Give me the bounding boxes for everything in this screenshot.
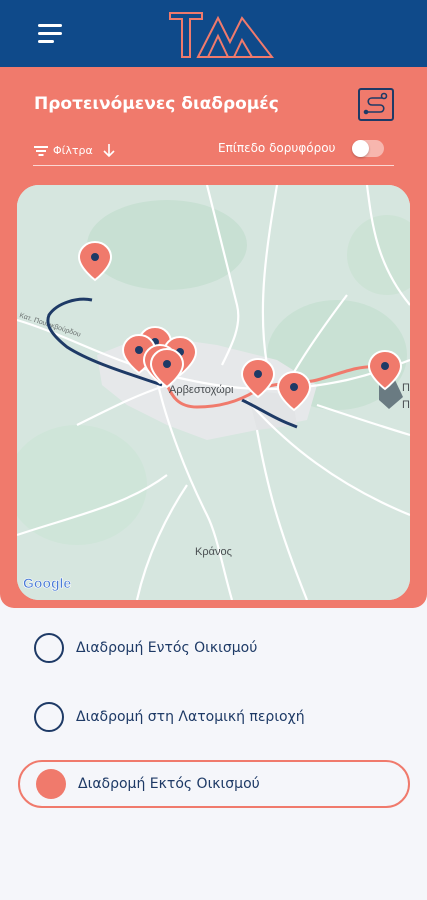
tm-logo-icon bbox=[169, 12, 274, 58]
hamburger-menu-icon[interactable] bbox=[38, 22, 68, 46]
filters-label: Φίλτρα bbox=[53, 144, 93, 157]
panel-divider bbox=[33, 165, 394, 166]
satellite-layer-label: Επίπεδο δορυφόρου bbox=[218, 141, 336, 155]
route-option-label: Διαδρομή στη Λατομική περιοχή bbox=[76, 709, 305, 725]
route-option-label: Διαδρομή Εκτός Οικισμού bbox=[78, 776, 260, 792]
route-option-outside-settlement[interactable]: Διαδρομή Εκτός Οικισμού bbox=[18, 760, 410, 808]
route-option-quarry-area[interactable]: Διαδρομή στη Λατομική περιοχή bbox=[18, 693, 410, 741]
arrow-down-icon[interactable] bbox=[103, 143, 115, 158]
route-option-inside-settlement[interactable]: Διαδρομή Εντός Οικισμού bbox=[18, 624, 410, 672]
route-map-icon bbox=[363, 92, 388, 115]
map-canvas: Κατ. Πουλικβούρδου Αρβεστοχώρι Κράνος Π … bbox=[17, 185, 410, 600]
top-app-bar bbox=[0, 0, 427, 67]
toggle-knob bbox=[352, 140, 369, 157]
radio-button[interactable] bbox=[34, 633, 64, 663]
route-map-button[interactable] bbox=[358, 88, 394, 121]
radio-button[interactable] bbox=[34, 702, 64, 732]
satellite-layer-toggle[interactable] bbox=[352, 140, 384, 157]
place-label-kranos: Κράνος bbox=[195, 546, 232, 558]
place-label-arvestochori: Αρβεστοχώρι bbox=[169, 384, 234, 396]
place-label-edge-2: Π bbox=[402, 399, 410, 411]
panel-title: Προτεινόμενες διαδρομές bbox=[34, 94, 279, 114]
route-map[interactable]: Κατ. Πουλικβούρδου Αρβεστοχώρι Κράνος Π … bbox=[17, 185, 410, 600]
map-attribution: Google bbox=[23, 575, 71, 591]
place-label-edge-1: Π bbox=[402, 382, 410, 394]
filters-button[interactable]: Φίλτρα bbox=[34, 143, 115, 158]
filter-funnel-icon bbox=[34, 145, 48, 156]
route-option-label: Διαδρομή Εντός Οικισμού bbox=[76, 640, 258, 656]
radio-button-selected[interactable] bbox=[36, 769, 66, 799]
